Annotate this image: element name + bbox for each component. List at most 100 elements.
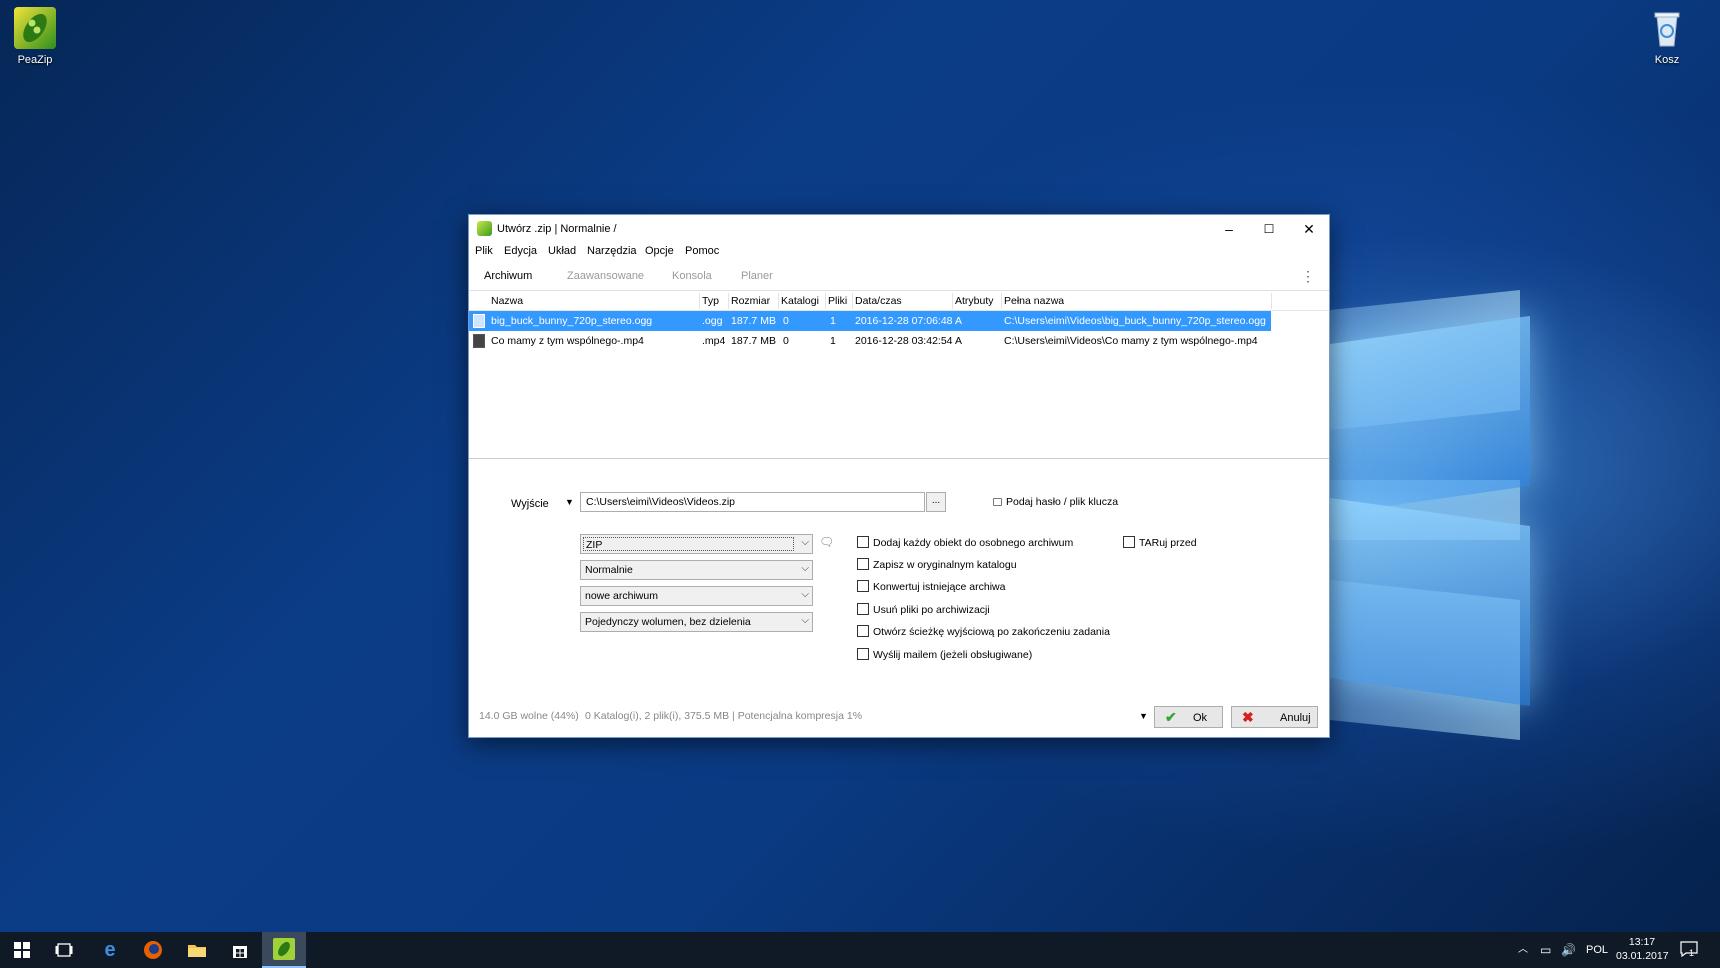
- cell-size: 187.7 MB: [731, 335, 776, 347]
- column-divider[interactable]: [699, 293, 700, 309]
- desktop-icon-label: Kosz: [1654, 54, 1680, 66]
- checkbox-delete-after[interactable]: Usuń pliki po archiwizacji: [857, 603, 990, 616]
- output-dropdown-icon[interactable]: ▼: [565, 497, 574, 507]
- column-divider[interactable]: [1271, 293, 1272, 309]
- checkbox-box[interactable]: [857, 625, 869, 637]
- archive-mode-select[interactable]: nowe archiwum ⌵: [580, 586, 813, 606]
- video-file-icon: [473, 334, 485, 348]
- store-icon[interactable]: [218, 932, 262, 968]
- volume-icon[interactable]: 🔊: [1561, 932, 1576, 968]
- menu-uklad[interactable]: Układ: [548, 245, 576, 257]
- peazip-taskbar-icon[interactable]: [262, 932, 306, 968]
- cell-date: 2016-12-28 03:42:54: [855, 335, 953, 347]
- volume-split-value: Pojedynczy wolumen, bez dzielenia: [585, 616, 751, 628]
- checkbox-box[interactable]: [857, 536, 869, 548]
- cell-attr: A: [955, 315, 963, 327]
- title-bar[interactable]: Utwórz .zip | Normalnie / – ☐ ✕: [469, 215, 1329, 243]
- cell-dirs: 0: [783, 315, 789, 327]
- checkbox-save-original[interactable]: Zapisz w oryginalnym katalogu: [857, 558, 1017, 571]
- cell-name: big_buck_bunny_720p_stereo.ogg: [491, 315, 653, 327]
- column-divider[interactable]: [952, 293, 953, 309]
- column-divider[interactable]: [728, 293, 729, 309]
- checkbox-each-separate[interactable]: Dodaj każdy obiekt do osobnego archiwum: [857, 536, 1073, 549]
- summary-status: 0 Katalog(i), 2 plik(i), 375.5 MB | Pote…: [585, 710, 863, 722]
- checkbox-box[interactable]: [857, 558, 869, 570]
- more-actions-dropdown-icon[interactable]: ▼: [1139, 711, 1148, 721]
- cell-attr: A: [955, 335, 963, 347]
- more-options-icon[interactable]: ⋮: [1301, 268, 1315, 285]
- column-header-pelna-nazwa[interactable]: Pełna nazwa: [1004, 295, 1064, 307]
- format-select[interactable]: ZIP ⌵: [580, 534, 813, 554]
- file-list[interactable]: Nazwa Typ Rozmiar Katalogi Pliki Data/cz…: [469, 291, 1329, 459]
- network-icon[interactable]: ▭: [1540, 932, 1551, 968]
- column-divider[interactable]: [1001, 293, 1002, 309]
- password-link[interactable]: Podaj hasło / plik klucza: [993, 496, 1118, 508]
- checkbox-open-output[interactable]: Otwórz ścieżkę wyjściową po zakończeniu …: [857, 625, 1110, 638]
- close-button[interactable]: ✕: [1289, 215, 1329, 243]
- chevron-down-icon: ⌵: [801, 537, 809, 548]
- column-header-data[interactable]: Data/czas: [855, 295, 902, 307]
- column-divider[interactable]: [852, 293, 853, 309]
- output-path-field[interactable]: C:\Users\eimi\Videos\Videos.zip: [580, 492, 925, 512]
- minimize-button[interactable]: –: [1209, 215, 1249, 243]
- checkbox-send-mail[interactable]: Wyślij mailem (jeżeli obsługiwane): [857, 648, 1032, 661]
- desktop-icon-peazip[interactable]: PeaZip: [0, 6, 70, 66]
- show-hidden-icons-icon[interactable]: ︿: [1518, 932, 1528, 968]
- chevron-down-icon: ⌵: [801, 615, 809, 626]
- checkbox-box[interactable]: [857, 603, 869, 615]
- checkbox-label: Otwórz ścieżkę wyjściową po zakończeniu …: [873, 626, 1110, 638]
- tab-archiwum[interactable]: Archiwum: [484, 270, 532, 282]
- output-label: Wyjście: [511, 498, 549, 510]
- file-explorer-icon[interactable]: [175, 932, 219, 968]
- peazip-app-icon: [477, 221, 492, 236]
- audio-file-icon: [473, 314, 485, 328]
- column-header-nazwa[interactable]: Nazwa: [491, 295, 523, 307]
- column-divider[interactable]: [825, 293, 826, 309]
- language-indicator[interactable]: POL: [1586, 932, 1608, 968]
- task-view-icon[interactable]: [42, 932, 86, 968]
- menu-opcje[interactable]: Opcje: [645, 245, 674, 257]
- compression-level-select[interactable]: Normalnie ⌵: [580, 560, 813, 580]
- column-header-pliki[interactable]: Pliki: [828, 295, 847, 307]
- firefox-icon[interactable]: [131, 932, 175, 968]
- tab-zaawansowane[interactable]: Zaawansowane: [567, 270, 644, 282]
- clock-date: 03.01.2017: [1616, 950, 1669, 962]
- action-center-icon[interactable]: 1: [1680, 941, 1700, 959]
- edge-icon[interactable]: e: [88, 932, 132, 968]
- menu-bar: Plik Edycja Układ Narzędzia Opcje Pomoc: [469, 243, 1329, 261]
- checkbox-box[interactable]: [857, 648, 869, 660]
- cell-date: 2016-12-28 07:06:48: [855, 315, 953, 327]
- cell-size: 187.7 MB: [731, 315, 776, 327]
- cancel-button[interactable]: ✖ Anuluj: [1231, 706, 1318, 728]
- format-select-value: ZIP: [583, 537, 794, 551]
- clock[interactable]: 13:17 03.01.2017: [1616, 935, 1669, 965]
- column-header-rozmiar[interactable]: Rozmiar: [731, 295, 770, 307]
- maximize-button[interactable]: ☐: [1249, 215, 1289, 243]
- tab-konsola[interactable]: Konsola: [672, 270, 712, 282]
- password-label: Podaj hasło / plik klucza: [1006, 496, 1119, 508]
- checkbox-box[interactable]: [1123, 536, 1135, 548]
- desktop-icon-recycle-bin[interactable]: Kosz: [1632, 6, 1702, 66]
- menu-pomoc[interactable]: Pomoc: [685, 245, 719, 257]
- list-row[interactable]: Co mamy z tym wspólnego-.mp4 .mp4 187.7 …: [469, 331, 1329, 351]
- checkbox-convert-existing[interactable]: Konwertuj istniejące archiwa: [857, 580, 1005, 593]
- browse-output-button[interactable]: ...: [926, 492, 946, 512]
- tab-planer[interactable]: Planer: [741, 270, 773, 282]
- menu-edycja[interactable]: Edycja: [504, 245, 537, 257]
- start-button[interactable]: [0, 932, 44, 968]
- menu-plik[interactable]: Plik: [475, 245, 493, 257]
- checkbox-label: Konwertuj istniejące archiwa: [873, 581, 1006, 593]
- column-header-katalogi[interactable]: Katalogi: [781, 295, 819, 307]
- checkbox-box[interactable]: [857, 580, 869, 592]
- ok-button[interactable]: ✔ Ok: [1154, 706, 1223, 728]
- checkbox-label: Wyślij mailem (jeżeli obsługiwane): [873, 649, 1033, 661]
- column-header-atrybuty[interactable]: Atrybuty: [955, 295, 994, 307]
- menu-narzedzia[interactable]: Narzędzia: [587, 245, 637, 257]
- list-row[interactable]: big_buck_bunny_720p_stereo.ogg .ogg 187.…: [469, 311, 1271, 331]
- comment-icon[interactable]: 🗨: [819, 535, 834, 549]
- column-divider[interactable]: [778, 293, 779, 309]
- column-header-typ[interactable]: Typ: [702, 295, 719, 307]
- volume-split-select[interactable]: Pojedynczy wolumen, bez dzielenia ⌵: [580, 612, 813, 632]
- clock-time: 13:17: [1628, 936, 1656, 948]
- checkbox-tar-before[interactable]: TARuj przed: [1123, 536, 1197, 549]
